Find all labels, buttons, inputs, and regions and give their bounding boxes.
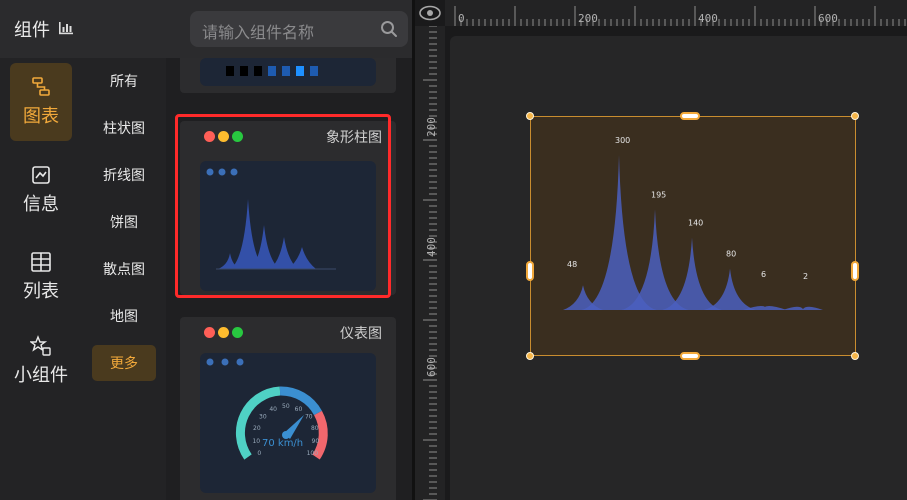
bar-chart-icon	[59, 22, 73, 35]
window-dot-yellow	[218, 327, 229, 338]
nav-item-label: 列表	[23, 281, 59, 302]
data-label: 140	[688, 219, 703, 228]
ruler-vertical[interactable]: 200 400 600	[415, 25, 445, 500]
card-preview: 0 10 20 30 40 50 60 70 80 90 100 70 km/h	[200, 353, 376, 493]
category-bar[interactable]: 柱状图	[92, 110, 156, 146]
eye-icon[interactable]	[417, 2, 443, 24]
nav-item-info[interactable]: 信息	[10, 151, 72, 229]
gauge-tick-label: 60	[295, 406, 303, 413]
panel-header: 组件 请输入组件名称	[0, 0, 412, 58]
search-input[interactable]: 请输入组件名称	[202, 19, 314, 43]
component-card-gauge[interactable]: 仪表图 0 10 20 30 40 50 60 70 80 90 100 70 km/h	[180, 317, 396, 500]
gauge-tick-label: 0	[257, 450, 261, 457]
window-dot-red	[204, 131, 215, 142]
gauge-tick-label: 30	[259, 414, 267, 421]
resize-handle-bottom-right[interactable]	[851, 352, 859, 360]
resize-handle-bottom[interactable]	[680, 352, 700, 360]
chart-flow-icon	[32, 77, 50, 96]
category-more[interactable]: 更多	[92, 345, 156, 381]
card-header: 仪表图	[180, 317, 396, 347]
mini-table-preview	[226, 66, 318, 76]
image-frame-icon	[32, 166, 50, 184]
nav-item-chart[interactable]: 图表	[10, 63, 72, 141]
card-header: 象形柱图	[180, 121, 396, 151]
gauge-tick-label: 100	[307, 450, 319, 457]
gauge-tick-label: 40	[269, 406, 277, 413]
component-card-partial[interactable]	[180, 58, 396, 93]
pictorial-bar	[743, 305, 787, 310]
search-icon[interactable]	[380, 20, 398, 38]
ruler-label: 200	[578, 12, 598, 25]
gauge-tick-label: 50	[282, 403, 290, 410]
card-title: 象形柱图	[326, 130, 382, 146]
gauge-tick-label: 70	[305, 414, 313, 421]
nav-item-list[interactable]: 列表	[10, 238, 72, 316]
selected-chart-component[interactable]: 48 300 195 140 80 6 2	[530, 116, 856, 356]
resize-handle-top[interactable]	[680, 112, 700, 120]
ruler-label: 0	[458, 12, 465, 25]
data-label: 2	[803, 272, 808, 281]
component-card-pictorial-bar[interactable]: 象形柱图	[180, 121, 396, 295]
category-map[interactable]: 地图	[92, 298, 156, 334]
gauge-tick-label: 20	[253, 425, 261, 432]
pictorial-bar	[704, 268, 756, 310]
component-panel: 组件 请输入组件名称 图表 信息 列表 小组件 所有 柱状图 折线图 饼图 散点…	[0, 0, 412, 500]
canvas-area: 0 200 400 600 200 400 600 48 300 195 140 80 6 2	[415, 0, 907, 500]
table-icon	[31, 252, 51, 272]
window-dot-red	[204, 327, 215, 338]
gauge-tick-label: 80	[311, 425, 319, 432]
category-scatter[interactable]: 散点图	[92, 251, 156, 287]
ruler-label: 200	[425, 117, 438, 137]
data-label: 80	[726, 250, 736, 259]
pictorial-bar-thumbnail	[206, 168, 336, 270]
nav-item-label: 信息	[23, 194, 59, 215]
nav-item-label: 小组件	[14, 365, 68, 386]
search-box[interactable]: 请输入组件名称	[190, 11, 408, 47]
data-label: 195	[651, 190, 666, 199]
panel-title: 组件	[14, 20, 50, 41]
resize-handle-bottom-left[interactable]	[526, 352, 534, 360]
card-preview	[200, 161, 376, 291]
ruler-label: 600	[425, 357, 438, 377]
gauge-value-text: 70 km/h	[262, 438, 303, 449]
app-root: 组件 请输入组件名称 图表 信息 列表 小组件 所有 柱状图 折线图 饼图 散点…	[0, 0, 907, 500]
card-title: 仪表图	[340, 326, 382, 342]
pictorial-bar-chart: 48 300 195 140 80 6 2	[563, 136, 823, 310]
window-dot-green	[232, 327, 243, 338]
ruler-label: 400	[698, 12, 718, 25]
data-label: 300	[615, 136, 630, 145]
resize-handle-left[interactable]	[526, 261, 534, 281]
card-preview	[200, 58, 376, 86]
category-all[interactable]: 所有	[92, 63, 156, 99]
resize-handle-top-right[interactable]	[851, 112, 859, 120]
resize-handle-top-left[interactable]	[526, 112, 534, 120]
window-dot-yellow	[218, 131, 229, 142]
ruler-horizontal[interactable]: 0 200 400 600	[445, 0, 907, 26]
nav-item-widget[interactable]: 小组件	[2, 322, 80, 400]
primary-nav: 图表 信息 列表 小组件	[0, 58, 82, 500]
component-card-list: 象形柱图 仪表图 0 10 20 30 40 50 60 70 80 90 10…	[166, 58, 412, 500]
data-label: 48	[567, 260, 577, 269]
gauge-tick-label: 10	[252, 438, 260, 445]
data-label: 6	[761, 270, 766, 279]
category-line[interactable]: 折线图	[92, 157, 156, 193]
ruler-label: 400	[425, 237, 438, 257]
resize-handle-right[interactable]	[851, 261, 859, 281]
ruler-label: 600	[818, 12, 838, 25]
nav-item-label: 图表	[23, 106, 59, 127]
gauge-thumbnail: 0 10 20 3040 50 6070 80 90 100 70 km/h	[206, 358, 328, 460]
gauge-tick-label: 90	[312, 438, 320, 445]
pictorial-bar	[783, 306, 823, 310]
widget-star-icon	[30, 335, 51, 356]
category-pie[interactable]: 饼图	[92, 204, 156, 240]
window-dot-green	[232, 131, 243, 142]
category-nav: 所有 柱状图 折线图 饼图 散点图 地图 更多	[82, 58, 166, 500]
